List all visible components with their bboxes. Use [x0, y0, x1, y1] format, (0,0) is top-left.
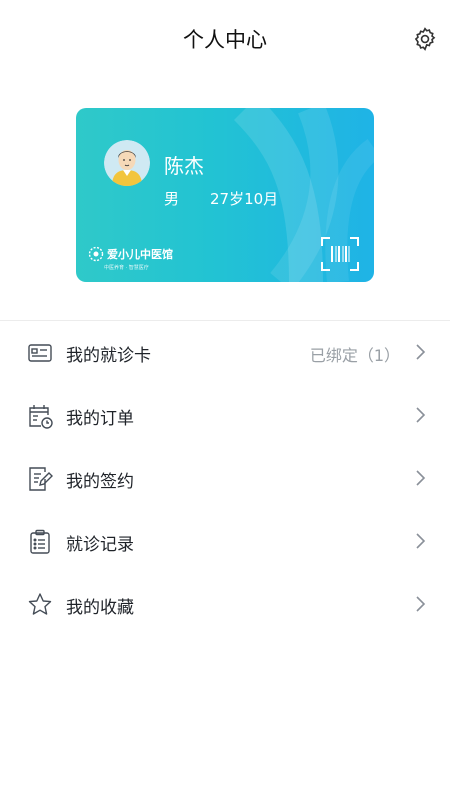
chevron-right-icon — [416, 533, 426, 549]
menu-item-orders[interactable]: 我的订单 — [0, 384, 450, 447]
header: 个人中心 — [0, 0, 450, 80]
menu-item-visit-records[interactable]: 就诊记录 — [0, 510, 450, 573]
menu-item-contracts[interactable]: 我的签约 — [0, 447, 450, 510]
chevron-right-icon — [416, 596, 426, 612]
settings-button[interactable] — [410, 24, 440, 54]
id-card-icon — [28, 344, 52, 362]
calendar-clock-icon — [29, 405, 53, 429]
brand-name: 爱小儿中医馆 — [107, 248, 173, 261]
menu-item-label: 就诊记录 — [66, 535, 134, 555]
user-avatar-icon[interactable] — [104, 140, 150, 186]
patient-gender: 男 — [164, 190, 180, 208]
menu-item-label: 我的收藏 — [66, 598, 134, 618]
patient-card[interactable]: 陈杰 男 27岁10月 爱小儿中医馆 中医养育 · 智慧医疗 — [76, 108, 374, 282]
brand-tagline: 中医养育 · 智慧医疗 — [104, 265, 149, 271]
brand-logo: 爱小儿中医馆 — [88, 246, 173, 262]
chevron-right-icon — [416, 344, 426, 360]
menu-list: 我的就诊卡 已绑定（1） 我的订单 我的签约 就诊记录 我的收藏 — [0, 321, 450, 636]
menu-item-favorites[interactable]: 我的收藏 — [0, 573, 450, 636]
clipboard-list-icon — [30, 529, 50, 554]
menu-item-label: 我的订单 — [66, 409, 134, 429]
gear-icon — [414, 27, 436, 51]
barcode-scan-button[interactable] — [320, 236, 360, 272]
menu-item-status: 已绑定（1） — [309, 346, 400, 365]
patient-age: 27岁10月 — [210, 190, 279, 208]
document-edit-icon — [29, 467, 53, 491]
patient-name: 陈杰 — [164, 154, 204, 178]
menu-item-visit-card[interactable]: 我的就诊卡 已绑定（1） — [0, 321, 450, 384]
chevron-right-icon — [416, 470, 426, 486]
chevron-right-icon — [416, 407, 426, 423]
menu-item-label: 我的就诊卡 — [66, 346, 151, 366]
star-icon — [28, 593, 52, 615]
menu-item-label: 我的签约 — [66, 472, 134, 492]
brand-logo-icon — [88, 246, 104, 262]
barcode-scan-icon — [321, 237, 359, 271]
page-title: 个人中心 — [183, 28, 267, 52]
